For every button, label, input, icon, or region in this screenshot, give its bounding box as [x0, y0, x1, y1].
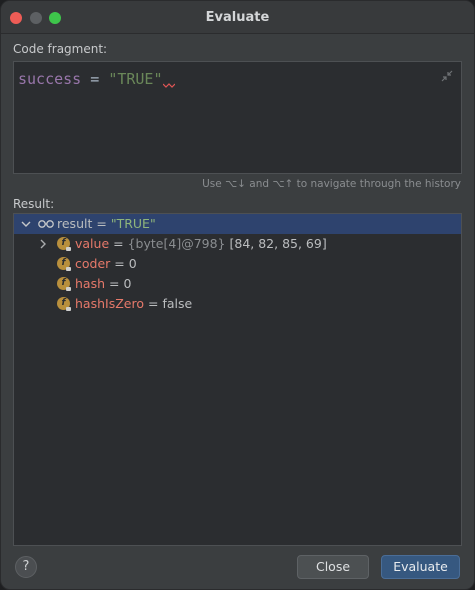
code-line[interactable]: success = "TRUE": [18, 70, 175, 88]
lock-icon: [66, 287, 71, 291]
field-eq: =: [147, 296, 159, 311]
field-name: coder: [75, 256, 111, 271]
code-fragment-editor[interactable]: success = "TRUE": [13, 61, 462, 174]
lock-icon: [66, 247, 71, 251]
chevron-right-icon[interactable]: [38, 239, 48, 249]
field-text: value = {byte[4]@798} [84, 82, 85, 69]: [75, 234, 327, 254]
field-type: {byte[4]@798}: [127, 236, 226, 251]
field-name: value: [75, 236, 110, 251]
title-bar: Evaluate: [1, 1, 474, 34]
field-text: hash = 0: [75, 274, 131, 294]
field-name: hashIsZero: [75, 296, 144, 311]
window-title: Evaluate: [205, 10, 270, 25]
code-operator: =: [90, 70, 100, 88]
result-value: "TRUE": [110, 216, 156, 231]
close-button[interactable]: Close: [297, 555, 369, 579]
tree-row-result[interactable]: result = "TRUE": [14, 214, 461, 234]
field-name: hash: [75, 276, 106, 291]
field-eq: =: [109, 276, 120, 291]
field-eq: =: [114, 256, 125, 271]
field-value: false: [162, 296, 193, 311]
field-value: 0: [128, 256, 137, 271]
field-eq: =: [113, 236, 124, 251]
lock-icon: [66, 267, 71, 271]
result-name: result: [57, 216, 93, 231]
code-literal: "TRUE": [108, 70, 163, 88]
field-text: hashIsZero = false: [75, 294, 192, 314]
evaluate-button[interactable]: Evaluate: [381, 555, 460, 579]
field-value: 0: [123, 276, 132, 291]
glasses-icon: [38, 220, 54, 228]
code-fragment-label: Code fragment:: [13, 42, 108, 56]
result-label: Result:: [13, 197, 55, 211]
result-root-text: result = "TRUE": [57, 214, 156, 234]
tree-row-value[interactable]: f value = {byte[4]@798} [84, 82, 85, 69]: [14, 234, 461, 254]
collapse-icon[interactable]: [441, 70, 453, 82]
field-text: coder = 0: [75, 254, 137, 274]
history-hint: Use ⌥↓ and ⌥↑ to navigate through the hi…: [202, 178, 461, 190]
help-button[interactable]: ?: [15, 556, 37, 578]
chevron-down-icon[interactable]: [21, 219, 31, 229]
error-squiggle-icon: [162, 83, 175, 88]
tree-row-hashiszero[interactable]: f hashIsZero = false: [14, 294, 461, 314]
tree-row-coder[interactable]: f coder = 0: [14, 254, 461, 274]
result-tree[interactable]: result = "TRUE" f value = {byte[4]@798} …: [13, 213, 462, 546]
evaluate-dialog: Evaluate Code fragment: success = "TRUE"…: [0, 0, 475, 590]
tree-row-hash[interactable]: f hash = 0: [14, 274, 461, 294]
field-value: [84, 82, 85, 69]: [229, 236, 327, 251]
code-variable: success: [18, 70, 82, 88]
result-eq: =: [96, 216, 107, 231]
lock-icon: [66, 307, 71, 311]
